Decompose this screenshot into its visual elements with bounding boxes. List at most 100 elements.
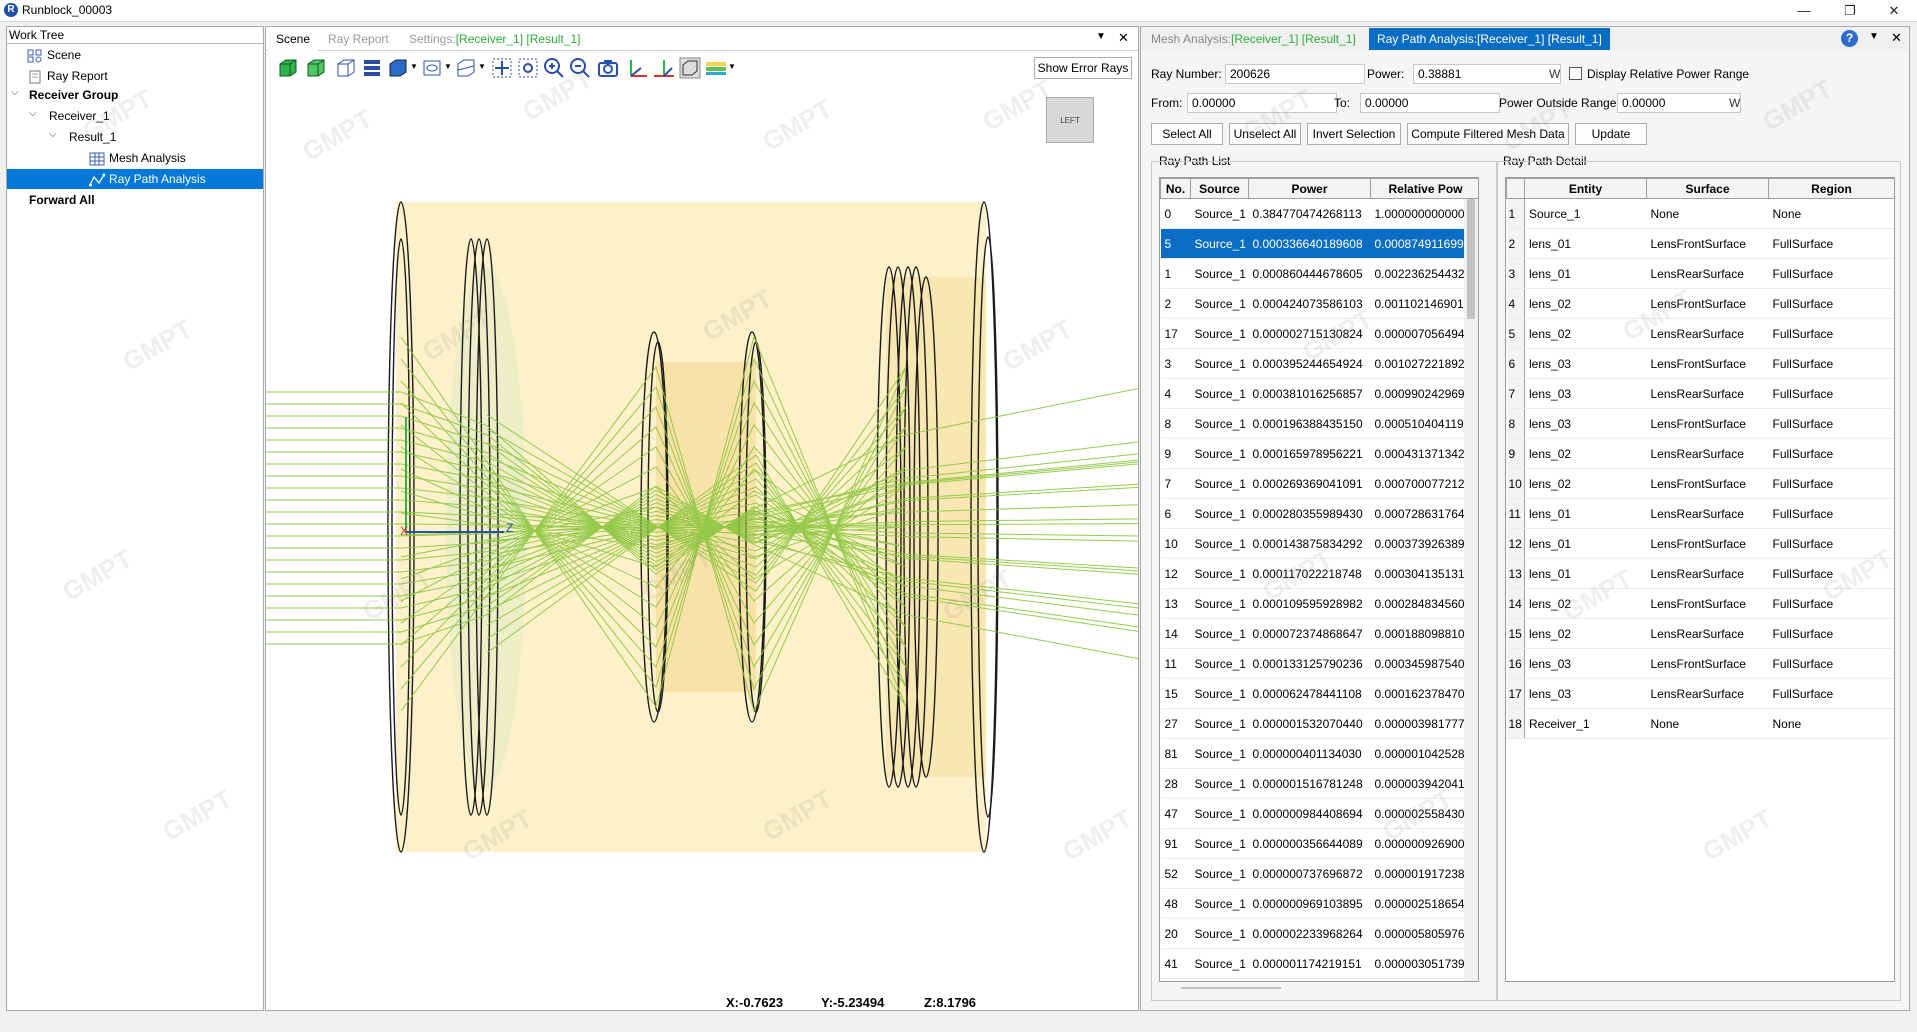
table-row[interactable]: 48 Source_1 0.000000969103895 0.00000251865… [1160, 888, 1478, 919]
list-scroll-thumb[interactable] [1467, 199, 1475, 319]
tab-close-icon[interactable]: ✕ [1118, 30, 1129, 46]
list-vertical-scrollbar[interactable] [1464, 199, 1478, 981]
tab-dropdown-icon[interactable]: ▼ [1869, 31, 1879, 42]
minimize-button[interactable]: — [1784, 0, 1824, 22]
tree-node-receiver-group[interactable]: Receiver Group [29, 85, 118, 105]
table-row[interactable]: 27 Source_1 0.000001532070440 0.00000398177… [1160, 708, 1478, 739]
outside-input[interactable]: 0.00000 [1617, 93, 1741, 113]
scene-viewport[interactable]: Z X [266, 87, 1138, 1007]
table-row[interactable]: 1 Source_1 None None [1506, 198, 1894, 229]
tab-scene[interactable]: Scene [268, 27, 319, 51]
table-row[interactable]: 9 lens_02 LensRearSurface FullSurface [1506, 438, 1894, 469]
chevron-down-icon[interactable]: ⌵ [29, 108, 37, 119]
select-all-button[interactable]: Select All [1151, 123, 1223, 145]
solid-view-icon[interactable] [276, 56, 300, 80]
detail-column-header[interactable]: Region [1768, 178, 1894, 199]
show-error-rays-button[interactable]: Show Error Rays [1034, 57, 1132, 79]
to-input[interactable]: 0.00000 [1360, 93, 1500, 113]
help-icon[interactable]: ? [1841, 30, 1858, 47]
detail-column-header[interactable]: Entity [1524, 178, 1647, 199]
detail-column-header[interactable]: Surface [1646, 178, 1769, 199]
table-row[interactable]: 15 lens_02 LensRearSurface FullSurface [1506, 618, 1894, 649]
from-input[interactable]: 0.00000 [1187, 93, 1337, 113]
zoom-in-icon[interactable] [542, 56, 566, 80]
pan-icon[interactable] [490, 56, 514, 80]
compute-filtered-button[interactable]: Compute Filtered Mesh Data [1407, 123, 1569, 145]
table-row[interactable]: 1 Source_1 0.000860444678605 0.002236254432 [1160, 258, 1478, 289]
list-column-header[interactable]: No. [1160, 178, 1191, 199]
section-view-icon[interactable] [420, 56, 444, 80]
tree-node-scene[interactable]: Scene [27, 45, 81, 65]
tab-ray-report[interactable]: Ray Report [320, 27, 397, 51]
table-row[interactable]: 28 Source_1 0.000001516781248 0.00000394204… [1160, 768, 1478, 799]
layers-icon[interactable] [360, 56, 384, 80]
table-row[interactable]: 4 Source_1 0.000381016256857 0.000990242969 [1160, 378, 1478, 409]
table-row[interactable]: 2 Source_1 0.000424073586103 0.001102146901 [1160, 288, 1478, 319]
table-row[interactable]: 7 lens_03 LensRearSurface FullSurface [1506, 378, 1894, 409]
chevron-down-icon[interactable]: ▼ [410, 62, 418, 71]
table-row[interactable]: 10 Source_1 0.000143875834292 0.00037392638… [1160, 528, 1478, 559]
table-row[interactable]: 0 Source_1 0.384770474268113 1.000000000000 [1160, 198, 1478, 229]
table-row[interactable]: 5 lens_02 LensRearSurface FullSurface [1506, 318, 1894, 349]
table-row[interactable]: 5 Source_1 0.000336640189608 0.000874911699 [1160, 228, 1478, 259]
table-row[interactable]: 14 Source_1 0.000072374868647 0.00018809881… [1160, 618, 1478, 649]
table-row[interactable]: 41 Source_1 0.000001174219151 0.00000305173… [1160, 948, 1478, 979]
close-button[interactable]: ✕ [1874, 0, 1914, 22]
invert-selection-button[interactable]: Invert Selection [1307, 123, 1401, 145]
power-input[interactable]: 0.38881 [1413, 64, 1561, 84]
chevron-down-icon[interactable]: ▼ [478, 62, 486, 71]
table-row[interactable]: 18 Receiver_1 None None [1506, 708, 1894, 739]
table-row[interactable]: 7 Source_1 0.000269369041091 0.000700077212 [1160, 468, 1478, 499]
tree-node-ray-path-analysis[interactable]: Ray Path Analysis [7, 169, 263, 189]
table-row[interactable]: 14 lens_02 LensFrontSurface FullSurface [1506, 588, 1894, 619]
ray-number-input[interactable]: 200626 [1225, 64, 1365, 84]
table-row[interactable]: 81 Source_1 0.000000401134030 0.00000104252… [1160, 738, 1478, 769]
table-row[interactable]: 10 lens_02 LensFrontSurface FullSurface [1506, 468, 1894, 499]
box-view-icon[interactable] [386, 56, 410, 80]
tab-settings[interactable]: Settings:[Receiver_1] [Result_1] [401, 27, 588, 51]
tree-node-result-1[interactable]: Result_1 [69, 127, 116, 147]
table-row[interactable]: 52 Source_1 0.000000737696872 0.00000191723… [1160, 858, 1478, 889]
display-relative-checkbox[interactable] [1569, 67, 1582, 80]
table-row[interactable]: 3 lens_01 LensRearSurface FullSurface [1506, 258, 1894, 289]
table-row[interactable]: 6 lens_03 LensFrontSurface FullSurface [1506, 348, 1894, 379]
table-row[interactable]: 8 Source_1 0.000196388435150 0.000510404119 [1160, 408, 1478, 439]
axis-icon[interactable] [626, 56, 650, 80]
table-row[interactable]: 11 lens_01 LensRearSurface FullSurface [1506, 498, 1894, 529]
tab-dropdown-icon[interactable]: ▼ [1096, 31, 1106, 42]
table-row[interactable]: 20 Source_1 0.000002233968264 0.00000580597… [1160, 918, 1478, 949]
tree-node-ray-report[interactable]: Ray Report [27, 66, 108, 86]
color-legend-icon[interactable] [704, 56, 728, 80]
tree-node-mesh-analysis[interactable]: Mesh Analysis [89, 148, 186, 168]
table-row[interactable]: 15 Source_1 0.000062478441108 0.00016237847… [1160, 678, 1478, 709]
tab-mesh-analysis[interactable]: Mesh Analysis:[Receiver_1] [Result_1] [1143, 28, 1364, 50]
table-row[interactable]: 8 lens_03 LensFrontSurface FullSurface [1506, 408, 1894, 439]
chevron-down-icon[interactable]: ⌵ [49, 129, 57, 140]
fit-all-icon[interactable] [516, 56, 540, 80]
table-row[interactable]: 17 lens_03 LensRearSurface FullSurface [1506, 678, 1894, 709]
tab-ray-path-analysis[interactable]: Ray Path Analysis:[Receiver_1] [Result_1… [1369, 28, 1610, 50]
table-row[interactable]: 9 Source_1 0.000165978956221 0.000431371342 [1160, 438, 1478, 469]
table-row[interactable]: 12 lens_01 LensFrontSurface FullSurface [1506, 528, 1894, 559]
table-row[interactable]: 2 lens_01 LensFrontSurface FullSurface [1506, 228, 1894, 259]
table-row[interactable]: 91 Source_1 0.000000356644089 0.00000092690… [1160, 828, 1478, 859]
tab-close-icon[interactable]: ✕ [1891, 30, 1902, 46]
table-row[interactable]: 6 Source_1 0.000280355989430 0.000728631764 [1160, 498, 1478, 529]
table-row[interactable]: 12 Source_1 0.000117022218748 0.00030413513… [1160, 558, 1478, 589]
shaded-view-icon[interactable] [304, 56, 328, 80]
table-row[interactable]: 4 lens_02 LensFrontSurface FullSurface [1506, 288, 1894, 319]
table-row[interactable]: 3 Source_1 0.000395244654924 0.001027221892 [1160, 348, 1478, 379]
update-button[interactable]: Update [1575, 123, 1647, 145]
wireframe-view-icon[interactable] [334, 56, 358, 80]
chevron-down-icon[interactable]: ▼ [444, 62, 452, 71]
table-row[interactable]: 11 Source_1 0.000133125790236 0.00034598754… [1160, 648, 1478, 679]
table-row[interactable]: 13 Source_1 0.000109595928982 0.00028483456… [1160, 588, 1478, 619]
chevron-down-icon[interactable]: ⌵ [11, 87, 19, 98]
camera-icon[interactable] [596, 56, 620, 80]
display-box-icon[interactable] [678, 56, 702, 80]
zoom-out-icon[interactable] [568, 56, 592, 80]
table-row[interactable]: 17 Source_1 0.000002715130824 0.00000705649… [1160, 318, 1478, 349]
table-row[interactable]: 47 Source_1 0.000000984408694 0.00000255843… [1160, 798, 1478, 829]
table-row[interactable]: 13 lens_01 LensRearSurface FullSurface [1506, 558, 1894, 589]
tree-node-receiver-1[interactable]: Receiver_1 [49, 106, 110, 126]
